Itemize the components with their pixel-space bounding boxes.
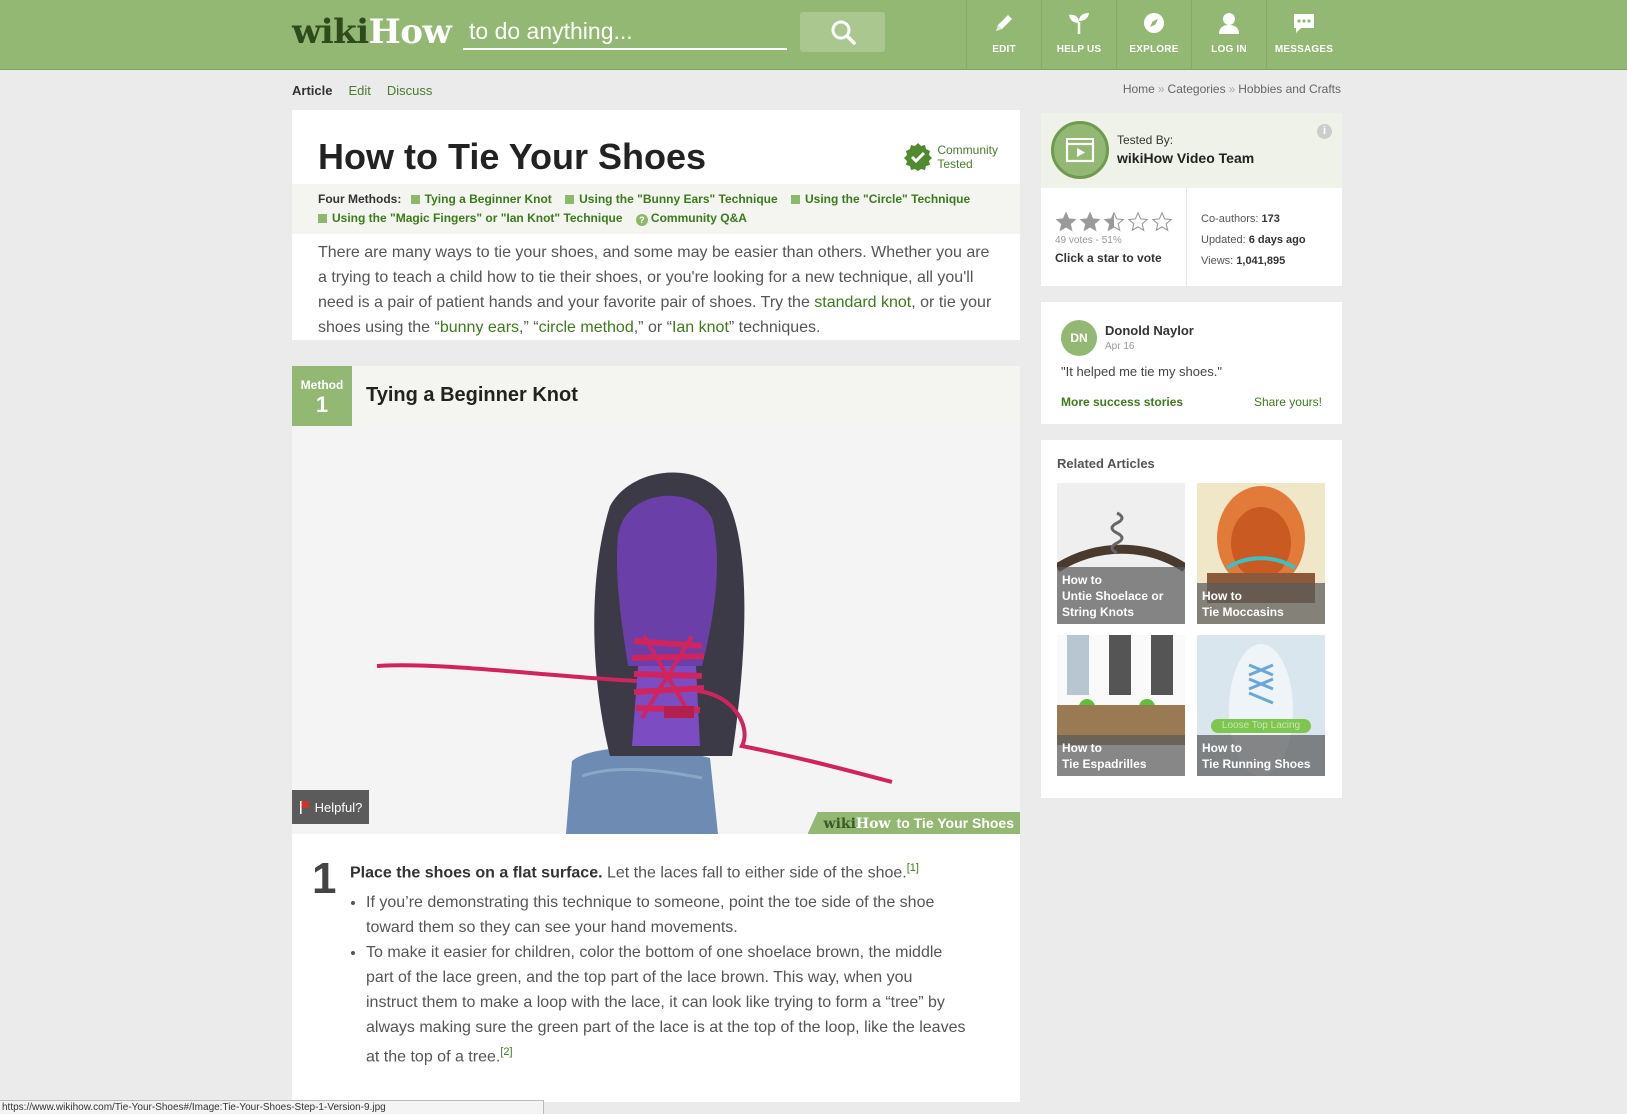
wikihow-logo[interactable]: wikiHow [292,12,452,52]
star-icon[interactable] [1127,211,1149,233]
list-item: To make it easier for children, color th… [366,940,966,1069]
step-number: 1 [312,854,337,903]
reference-link[interactable]: [1] [907,862,919,874]
article-intro-card: How to Tie Your Shoes Community Tested Fo… [292,110,1020,340]
link-circle-method[interactable]: circle method [539,319,634,336]
method-link-3[interactable]: Using the "Circle" Technique [791,192,970,206]
method-link-2[interactable]: Using the "Bunny Ears" Technique [565,192,778,206]
step-image[interactable]: Helpful? wikiHow to Tie Your Shoes [292,426,1020,834]
vote-prompt: Click a star to vote [1055,251,1162,265]
story-author: Donold Naylor [1105,323,1194,338]
search-button[interactable] [800,12,885,52]
link-ian-knot[interactable]: Ian knot [672,319,729,336]
pencil-icon [996,15,1012,31]
avatar: DN [1061,320,1097,356]
question-icon: ? [635,214,648,226]
methods-toc: Four Methods: Tying a Beginner Knot Usin… [318,190,1008,228]
method-header: Method 1 Tying a Beginner Knot [292,366,1020,426]
tab-article[interactable]: Article [292,83,332,98]
related-overlay-label: Loose Top Lacing [1211,719,1311,733]
story-date: Apr 16 [1105,341,1135,352]
breadcrumb-hobbies[interactable]: Hobbies and Crafts [1238,82,1341,96]
related-title: Related Articles [1057,456,1155,471]
more-success-stories-link[interactable]: More success stories [1061,395,1183,409]
video-team-icon [1051,121,1109,179]
related-item-moccasins[interactable]: How to Tie Moccasins [1197,483,1325,624]
related-item-untie-knots[interactable]: How to Untie Shoelace or String Knots [1057,483,1185,624]
breadcrumb: Home» Categories» Hobbies and Crafts [1122,82,1341,96]
methods-lead: Four Methods: [318,192,402,206]
step-bullets: If you’re demonstrating this technique t… [366,890,966,1069]
page-title: How to Tie Your Shoes [318,136,707,177]
search-icon [831,20,856,45]
method-link-1[interactable]: Tying a Beginner Knot [410,192,552,206]
success-story-card: DN Donold Naylor Apr 16 "It helped me ti… [1041,302,1342,424]
search-input[interactable] [463,14,787,50]
related-item-espadrilles[interactable]: How to Tie Espadrilles [1057,635,1185,776]
user-icon [1219,13,1239,34]
nav-log-in[interactable]: LOG IN [1191,0,1266,70]
breadcrumb-home[interactable]: Home [1123,82,1155,96]
compass-icon [1144,13,1164,33]
method-number-tag: Method 1 [292,366,352,426]
link-bunny-ears[interactable]: bunny ears [440,319,519,336]
shoe-illustration [292,426,1020,834]
star-icon[interactable] [1103,211,1125,233]
divider [1186,188,1187,286]
article-tabs: Article Edit Discuss [292,83,432,98]
nav-edit[interactable]: EDIT [966,0,1041,70]
star-icon[interactable] [1151,211,1173,233]
step-card: 1 Place the shoes on a flat surface. Let… [292,834,1020,1102]
top-bar: wikiHow EDIT HELP US EXPLORE LOG IN MESS… [0,0,1627,70]
share-yours-link[interactable]: Share yours! [1254,395,1322,409]
story-quote: "It helped me tie my shoes." [1061,364,1222,379]
reference-link[interactable]: [2] [500,1046,512,1058]
tested-card: Tested By: wikiHow Video Team i 49 votes… [1041,113,1342,286]
check-seal-icon [904,143,933,171]
status-bar-url: https://www.wikihow.com/Tie-Your-Shoes#/… [0,1100,544,1114]
sprout-icon [1069,13,1089,34]
nav-help-us[interactable]: HELP US [1041,0,1116,70]
nav-messages[interactable]: MESSAGES [1266,0,1341,70]
tested-team[interactable]: wikiHow Video Team [1117,150,1254,166]
info-icon[interactable]: i [1317,124,1332,139]
tab-edit[interactable]: Edit [348,83,370,98]
flag-icon [299,801,310,814]
step-text: Place the shoes on a flat surface. Let t… [350,862,919,882]
star-rating[interactable] [1055,211,1173,233]
tested-header: Tested By: wikiHow Video Team i [1041,113,1342,188]
star-icon[interactable] [1079,211,1101,233]
star-icon[interactable] [1055,211,1077,233]
article-stats: Co-authors: 173 Updated: 6 days ago View… [1201,213,1306,267]
breadcrumb-categories[interactable]: Categories [1168,82,1226,96]
method-title: Tying a Beginner Knot [366,384,578,406]
related-item-running-shoes[interactable]: Loose Top Lacing How to Tie Running Shoes [1197,635,1325,776]
method-link-4[interactable]: Using the "Magic Fingers" or "Ian Knot" … [318,211,623,225]
community-tested-badge[interactable]: Community Tested [903,142,998,172]
header-nav: EDIT HELP US EXPLORE LOG IN MESSAGES [966,0,1341,70]
list-item: If you’re demonstrating this technique t… [366,890,966,940]
chat-bubble-icon [1294,14,1314,33]
nav-explore[interactable]: EXPLORE [1116,0,1191,70]
vote-count: 49 votes - 51% [1055,235,1122,246]
tab-discuss[interactable]: Discuss [387,83,433,98]
related-articles: Related Articles How to Untie Shoelace or… [1041,440,1342,798]
intro-paragraph: There are many ways to tie your shoes, a… [318,244,992,336]
wikihow-watermark: wikiHow to Tie Your Shoes [807,812,1020,834]
community-qa-link[interactable]: ? Community Q&A [635,211,747,226]
link-standard-knot[interactable]: standard knot [814,294,911,311]
helpful-button[interactable]: Helpful? [292,790,369,824]
